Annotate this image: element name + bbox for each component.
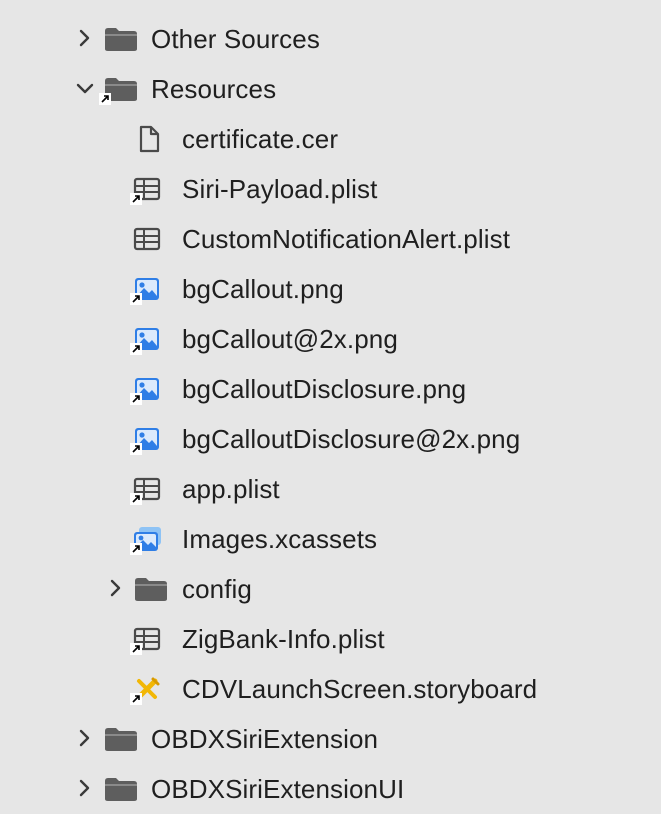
row-label: Resources [151, 74, 277, 104]
chevron-right-icon[interactable] [74, 777, 96, 799]
row-label: bgCalloutDisclosure@2x.png [182, 424, 521, 454]
navigator-row-cdv-launch-screen[interactable]: CDVLaunchScreen.storyboard [0, 664, 661, 714]
alias-arrow-icon [130, 493, 142, 505]
project-navigator: Other Sources Resources certificate.cer … [0, 0, 661, 812]
folder-icon [103, 25, 139, 53]
image-file-icon [130, 375, 161, 405]
navigator-row-siri-payload[interactable]: Siri-Payload.plist [0, 164, 661, 214]
navigator-row-custom-notification-alert[interactable]: CustomNotificationAlert.plist [0, 214, 661, 264]
navigator-row-obdx-siri-extension[interactable]: OBDXSiriExtension [0, 714, 661, 764]
chevron-right-icon[interactable] [74, 727, 96, 749]
navigator-row-obdx-siri-extension-ui[interactable]: OBDXSiriExtensionUI [0, 764, 661, 814]
alias-arrow-icon [130, 393, 142, 405]
row-label: CDVLaunchScreen.storyboard [182, 674, 538, 704]
row-label: bgCallout@2x.png [182, 324, 398, 354]
alias-arrow-icon [130, 693, 142, 705]
storyboard-icon [130, 675, 161, 705]
navigator-row-bgcallout[interactable]: bgCallout.png [0, 264, 661, 314]
alias-arrow-icon [99, 93, 111, 105]
alias-arrow-icon [130, 543, 142, 555]
plist-table-icon [130, 625, 161, 655]
chevron-down-icon[interactable] [74, 77, 96, 99]
row-label: Other Sources [151, 24, 320, 54]
row-label: OBDXSiriExtensionUI [151, 774, 405, 804]
row-label: Siri-Payload.plist [182, 174, 378, 204]
folder-icon [133, 575, 169, 603]
row-label: Images.xcassets [182, 524, 378, 554]
navigator-row-certificate[interactable]: certificate.cer [0, 114, 661, 164]
navigator-row-bgcallout-disclosure[interactable]: bgCalloutDisclosure.png [0, 364, 661, 414]
navigator-row-config[interactable]: config [0, 564, 661, 614]
alias-arrow-icon [130, 343, 142, 355]
image-file-icon [130, 325, 161, 355]
row-label: bgCallout.png [182, 274, 344, 304]
navigator-row-zigbank-info[interactable]: ZigBank-Info.plist [0, 614, 661, 664]
navigator-row-other-sources[interactable]: Other Sources [0, 14, 661, 64]
plist-table-icon [133, 225, 161, 253]
row-label: certificate.cer [182, 124, 339, 154]
plist-table-icon [130, 175, 161, 205]
plist-table-icon [130, 475, 161, 505]
row-label: config [182, 574, 252, 604]
document-icon [136, 125, 162, 153]
alias-arrow-icon [130, 443, 142, 455]
row-label: OBDXSiriExtension [151, 724, 379, 754]
chevron-right-icon[interactable] [105, 577, 127, 599]
alias-arrow-icon [130, 193, 142, 205]
folder-icon [99, 75, 139, 105]
row-label: CustomNotificationAlert.plist [182, 224, 511, 254]
alias-arrow-icon [130, 643, 142, 655]
row-label: bgCalloutDisclosure.png [182, 374, 467, 404]
navigator-row-bgcallout-2x[interactable]: bgCallout@2x.png [0, 314, 661, 364]
alias-arrow-icon [130, 293, 142, 305]
row-label: ZigBank-Info.plist [182, 624, 385, 654]
asset-catalog-icon [130, 525, 163, 555]
image-file-icon [130, 275, 161, 305]
folder-icon [103, 775, 139, 803]
chevron-right-icon[interactable] [74, 27, 96, 49]
image-file-icon [130, 425, 161, 455]
navigator-row-app-plist[interactable]: app.plist [0, 464, 661, 514]
row-label: app.plist [182, 474, 280, 504]
navigator-row-resources[interactable]: Resources [0, 64, 661, 114]
navigator-row-bgcallout-disclosure-2x[interactable]: bgCalloutDisclosure@2x.png [0, 414, 661, 464]
navigator-row-images-xcassets[interactable]: Images.xcassets [0, 514, 661, 564]
folder-icon [103, 725, 139, 753]
